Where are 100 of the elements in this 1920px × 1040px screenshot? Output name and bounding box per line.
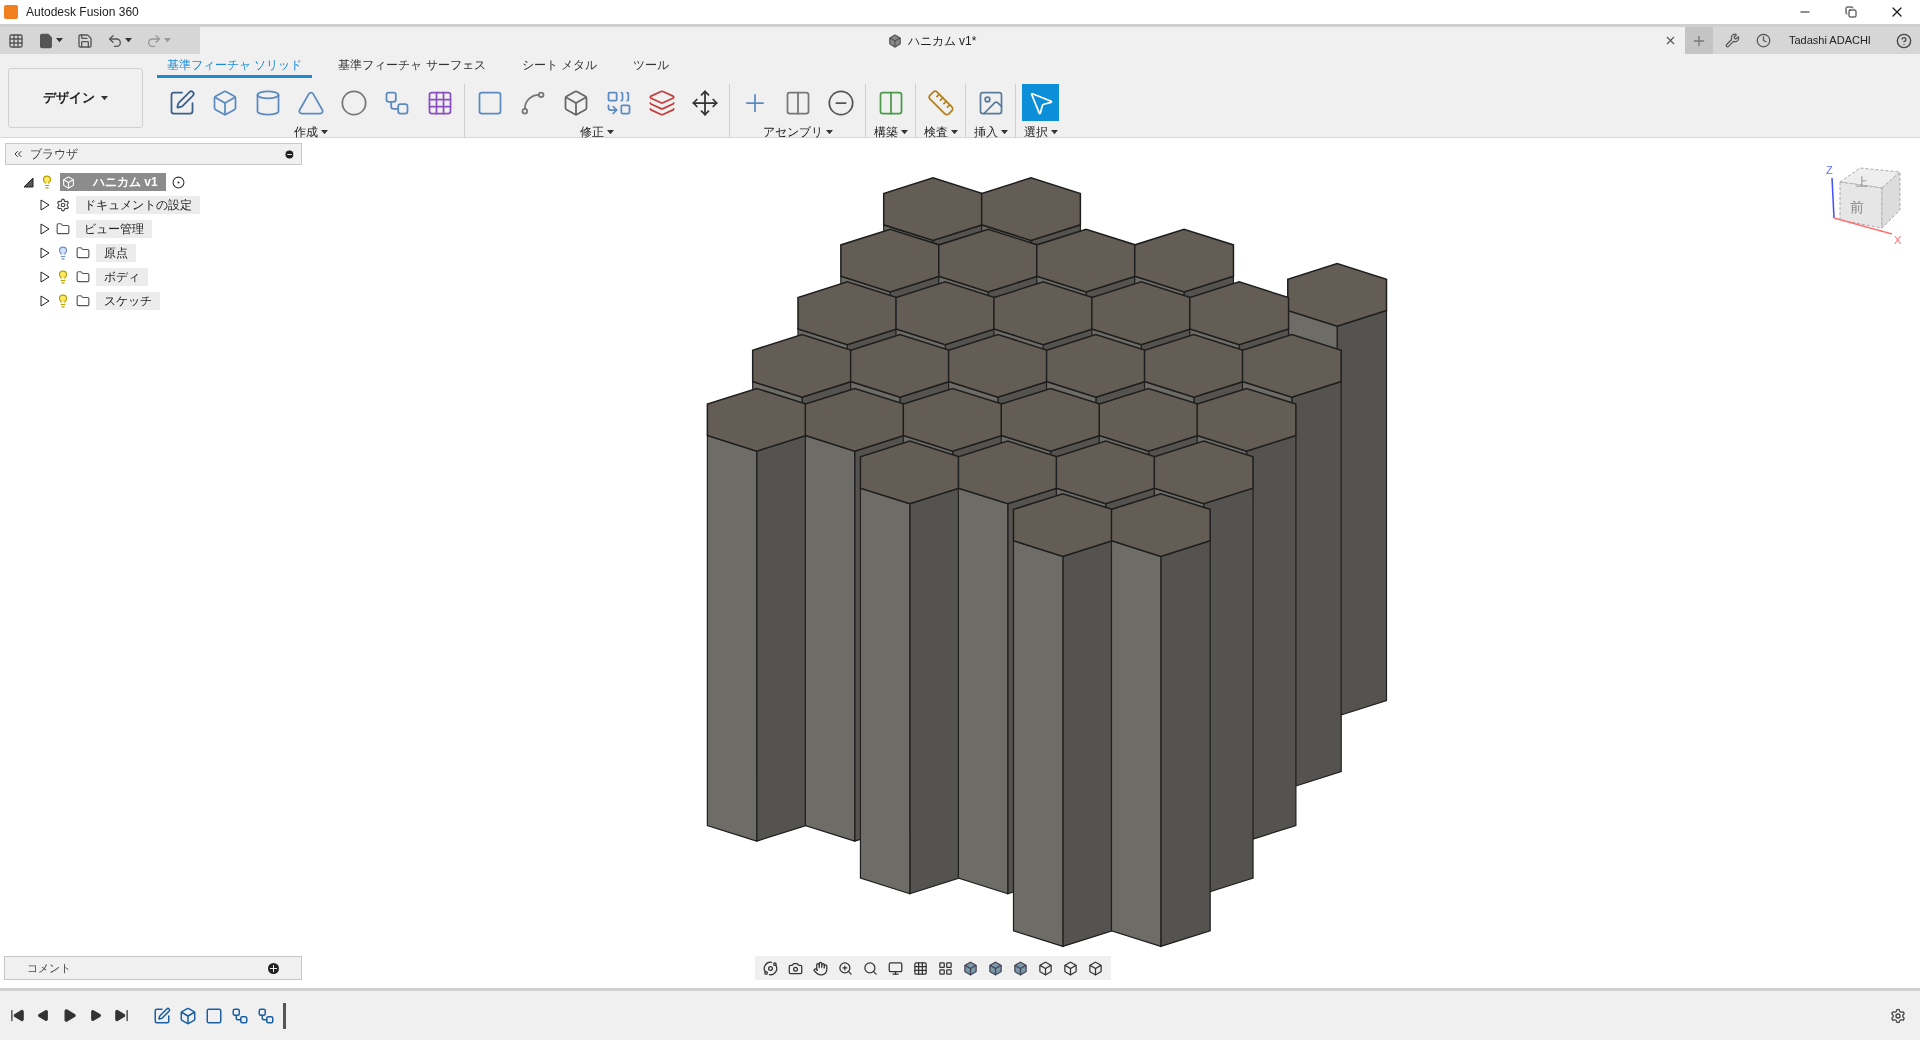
caret-icon — [164, 38, 171, 43]
shaded-cube-icon[interactable] — [963, 960, 978, 976]
cube-icon[interactable] — [988, 960, 1003, 976]
group-menu[interactable]: 構築 — [873, 123, 908, 141]
grid-icon — [8, 32, 24, 49]
ribbon-tab[interactable]: ツール — [623, 56, 680, 78]
group-menu[interactable]: アセンブリ — [762, 123, 833, 141]
collapsed-triangle-icon[interactable] — [40, 223, 50, 235]
skip-forward-icon[interactable] — [114, 1008, 129, 1023]
plus-icon[interactable] — [268, 962, 279, 974]
caret-icon — [1000, 129, 1008, 135]
collapsed-triangle-icon[interactable] — [40, 247, 50, 259]
target-icon[interactable] — [171, 175, 185, 189]
caret-icon — [950, 129, 958, 135]
wrench-icon — [1725, 33, 1740, 48]
ribbon-tab[interactable]: 基準フィーチャ サーフェス — [328, 56, 496, 78]
comments-title: コメント — [27, 960, 71, 976]
group-menu[interactable]: 選択 — [1023, 123, 1058, 141]
outline-cube-icon[interactable] — [1088, 960, 1103, 976]
folder-icon — [76, 270, 90, 284]
minus-icon[interactable] — [284, 148, 295, 160]
circle-minus-icon — [826, 88, 855, 117]
move-arrows-icon — [690, 88, 719, 117]
cube-icon — [887, 33, 902, 48]
orbit-icon[interactable] — [763, 960, 778, 976]
browser-item[interactable]: ドキュメントの設定 — [76, 196, 200, 214]
user-menu[interactable]: Tadashi ADACHI — [1789, 32, 1871, 49]
caret-icon — [900, 129, 908, 135]
lightbulb-icon[interactable] — [56, 294, 70, 308]
layers-icon — [647, 88, 676, 117]
file-icon — [38, 32, 54, 49]
undo-button[interactable] — [107, 32, 132, 49]
lightbulb-icon[interactable] — [56, 246, 70, 260]
expanded-triangle-icon[interactable] — [23, 176, 34, 188]
four-squares-icon[interactable] — [938, 960, 953, 976]
wireframe-cube-icon[interactable] — [1038, 960, 1053, 976]
undo-icon — [107, 32, 123, 49]
browser-item[interactable]: ボディ — [96, 268, 148, 286]
monitor-icon[interactable] — [888, 960, 903, 976]
caret-icon — [101, 95, 108, 101]
node-graph-icon[interactable] — [257, 1006, 275, 1025]
cube-icon[interactable] — [1013, 960, 1028, 976]
folder-icon — [76, 246, 90, 260]
caret-icon — [56, 38, 63, 43]
apps-grid-button[interactable] — [8, 32, 24, 49]
collapsed-triangle-icon[interactable] — [40, 271, 50, 283]
pencil-square-icon[interactable] — [153, 1006, 171, 1025]
collapsed-triangle-icon[interactable] — [40, 199, 50, 211]
browser-item[interactable]: ビュー管理 — [76, 220, 152, 238]
close-tab-button[interactable] — [1664, 34, 1677, 47]
wireframe-cube-icon[interactable] — [1063, 960, 1078, 976]
browser-item[interactable]: 原点 — [96, 244, 136, 262]
help-button[interactable] — [1896, 32, 1912, 49]
magnifier-icon[interactable] — [863, 960, 878, 976]
camera-icon[interactable] — [788, 960, 803, 976]
timeline-marker[interactable] — [283, 1002, 286, 1029]
lightbulb-icon[interactable] — [56, 270, 70, 284]
file-menu-button[interactable] — [38, 32, 63, 49]
folder-icon — [76, 294, 90, 308]
ruler-icon — [926, 88, 955, 117]
document-title: ハニカム v1* — [907, 32, 977, 50]
restore-icon — [1845, 6, 1857, 18]
redo-icon — [146, 32, 162, 49]
group-menu[interactable]: 修正 — [580, 123, 614, 141]
collapsed-triangle-icon[interactable] — [40, 295, 50, 307]
step-back-icon[interactable] — [37, 1009, 50, 1022]
viewcube-drawing[interactable]: 上 前 Z X — [1826, 164, 1902, 246]
step-forward-icon[interactable] — [89, 1009, 102, 1022]
grid-icon[interactable] — [913, 960, 928, 976]
gear-icon — [56, 198, 70, 212]
caret-icon — [1050, 129, 1058, 135]
play-icon[interactable] — [62, 1008, 77, 1023]
hand-icon[interactable] — [813, 960, 828, 976]
node-graph-icon[interactable] — [231, 1006, 249, 1025]
ribbon-tab[interactable]: シート メタル — [511, 56, 608, 78]
folder-icon — [56, 222, 70, 236]
cube-icon[interactable] — [179, 1006, 197, 1025]
save-button[interactable] — [77, 32, 93, 49]
history-button[interactable] — [1756, 33, 1771, 48]
caret-icon — [320, 129, 328, 135]
save-icon — [77, 32, 93, 49]
collapse-icon[interactable] — [12, 148, 24, 160]
clock-icon — [1756, 33, 1771, 48]
browser-item[interactable]: スケッチ — [96, 292, 160, 310]
workspace-dropdown[interactable]: デザイン — [8, 68, 143, 128]
group-menu[interactable]: 作成 — [293, 123, 328, 141]
skip-back-icon[interactable] — [10, 1008, 25, 1023]
square-icon[interactable] — [205, 1006, 223, 1025]
document-tab[interactable]: ハニカム v1* — [200, 27, 1685, 54]
group-menu[interactable]: 検査 — [923, 123, 958, 141]
group-menu[interactable]: 挿入 — [973, 123, 1008, 141]
settings-icon[interactable] — [1890, 1007, 1906, 1024]
wrench-button[interactable] — [1725, 33, 1740, 48]
close-icon — [1664, 34, 1677, 47]
caret-icon — [125, 38, 132, 43]
app-logo-icon — [4, 5, 18, 19]
browser-title: ブラウザ — [30, 146, 78, 163]
lightbulb-icon[interactable] — [40, 175, 54, 189]
cube-icon — [62, 175, 75, 189]
zoom-icon[interactable] — [838, 960, 853, 976]
